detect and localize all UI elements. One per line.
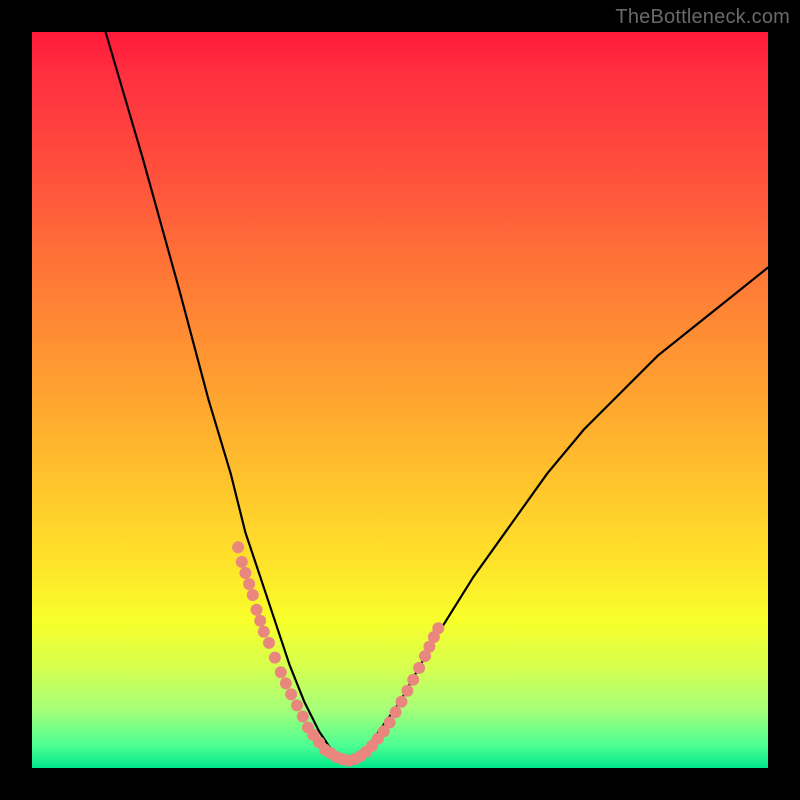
watermark-text: TheBottleneck.com	[615, 6, 790, 29]
data-dot	[432, 622, 444, 634]
data-dot	[275, 666, 287, 678]
data-dot	[297, 711, 309, 723]
data-dot	[401, 685, 413, 697]
data-dot	[254, 615, 266, 627]
data-dots	[232, 541, 444, 766]
data-dot	[285, 688, 297, 700]
data-dot	[243, 578, 255, 590]
data-dot	[396, 696, 408, 708]
chart-frame: TheBottleneck.com	[0, 0, 800, 800]
data-dot	[236, 556, 248, 568]
data-dot	[258, 626, 270, 638]
data-dot	[384, 716, 396, 728]
plot-area	[32, 32, 768, 768]
bottleneck-curve	[106, 32, 768, 761]
data-dot	[407, 674, 419, 686]
data-dot	[269, 652, 281, 664]
data-dot	[291, 699, 303, 711]
data-dot	[390, 706, 402, 718]
data-dot	[413, 662, 425, 674]
data-dot	[232, 541, 244, 553]
bottleneck-curve-line	[106, 32, 768, 761]
data-dot	[239, 567, 251, 579]
data-dot	[251, 604, 263, 616]
curve-svg	[32, 32, 768, 768]
data-dot	[280, 677, 292, 689]
data-dot	[247, 589, 259, 601]
data-dot	[263, 637, 275, 649]
